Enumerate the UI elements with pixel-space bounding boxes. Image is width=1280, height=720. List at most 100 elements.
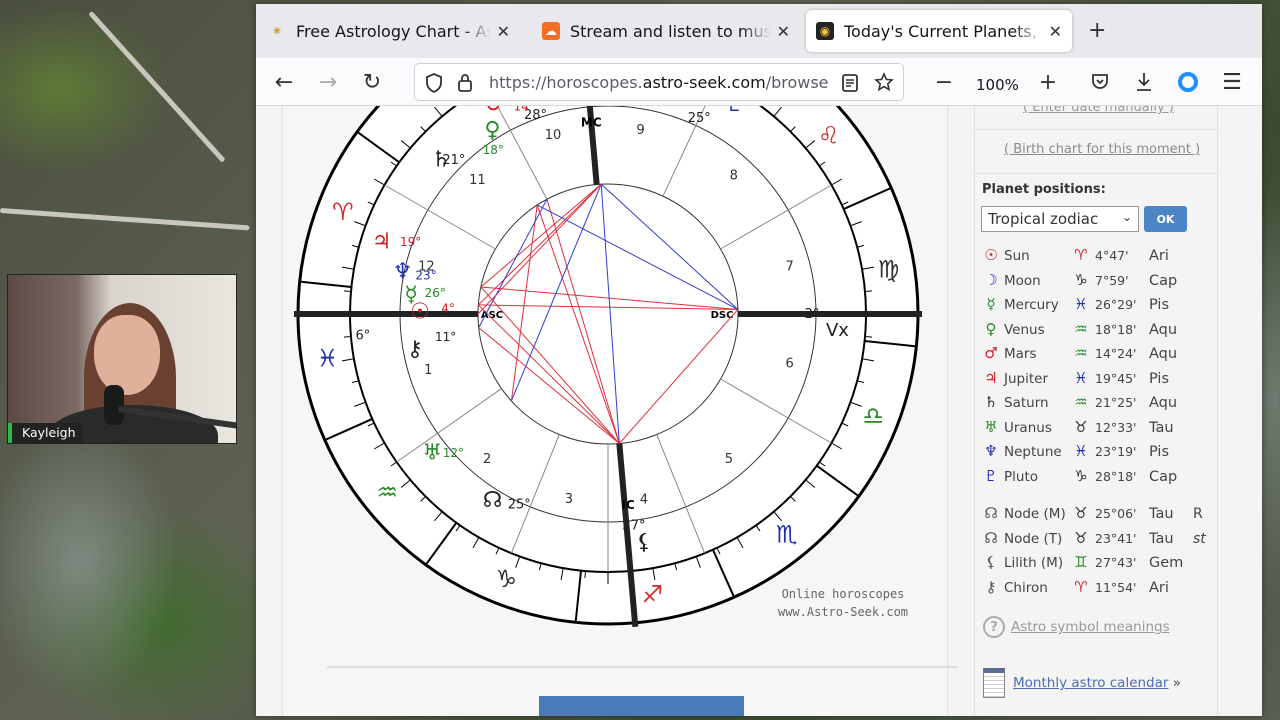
planet-glyph-icon: ☊	[483, 488, 503, 513]
planet-row: ☊ Node (M) ♉ 25°06' Tau R	[981, 504, 1213, 526]
zodiac-glyph-icon: ♈	[1074, 246, 1088, 264]
zodiac-glyph-icon: ♑	[1074, 466, 1088, 485]
planet-sign: Pis	[1149, 444, 1170, 460]
planet-sign: Ari	[1149, 248, 1169, 264]
planet-glyph-icon: ☉	[410, 300, 430, 325]
planet-glyph-icon: ♇	[725, 106, 745, 117]
cusp-degree: 25°	[508, 497, 531, 512]
planet-degree: 23°	[415, 268, 436, 282]
hamburger-menu-icon[interactable]: ☰	[1218, 68, 1246, 96]
url-prefix: https://horoscopes.	[489, 72, 643, 92]
zoom-in-icon[interactable]: +	[1034, 68, 1062, 96]
tab-current-planets[interactable]: ◉ Today's Current Planets, As ✕	[806, 10, 1072, 52]
close-tab-icon[interactable]: ✕	[497, 22, 510, 41]
planet-sign: Aqu	[1149, 395, 1178, 411]
planet-sign: Aqu	[1149, 346, 1178, 362]
planet-row: ☉ Sun ♈ 4°47' Ari	[981, 246, 1213, 268]
zodiac-glyph-icon: ♒	[1074, 344, 1088, 362]
planet-name: Node (M)	[1004, 506, 1066, 522]
planet-degree: 12°	[443, 446, 464, 460]
webcam-overlay: Kayleigh	[7, 274, 237, 444]
chart-action-button[interactable]	[539, 696, 744, 716]
chevron-down-icon: ⌄	[1121, 210, 1132, 224]
zoom-out-icon[interactable]: −	[930, 68, 958, 96]
monthly-calendar-link[interactable]: Monthly astro calendar	[1013, 675, 1168, 691]
divider	[327, 666, 957, 668]
zodiac-glyph-icon: ♉	[1074, 417, 1088, 436]
house-number: 4	[640, 493, 648, 508]
zodiac-glyph-icon: ♓	[1074, 368, 1088, 387]
planet-glyph-icon: ♅	[984, 417, 998, 436]
forward-arrow-icon[interactable]: →	[314, 68, 342, 96]
close-tab-icon[interactable]: ✕	[777, 22, 790, 41]
birth-chart-link[interactable]: ( Birth chart for this moment )	[1004, 142, 1200, 157]
enter-date-section: ( Enter date manually )	[975, 106, 1217, 130]
degree-tick	[864, 335, 873, 338]
download-icon[interactable]	[1134, 71, 1154, 93]
planet-degree: 7°59'	[1095, 272, 1129, 288]
house-number: 11	[469, 173, 486, 188]
reader-view-icon[interactable]	[841, 73, 859, 93]
url-suffix: /browse	[765, 72, 829, 92]
planet-degree: 12°33'	[1095, 419, 1137, 435]
planet-degree: 4°47'	[1095, 248, 1129, 263]
astro-symbol-meanings-link[interactable]: Astro symbol meanings	[1011, 619, 1170, 635]
planet-name: Moon	[1004, 272, 1041, 289]
cusp-degree: 6°	[356, 328, 371, 343]
planet-glyph-icon: ♀	[484, 118, 500, 143]
reload-icon[interactable]: ↻	[358, 68, 386, 96]
planet-degree: 21°25'	[1095, 395, 1137, 410]
planet-glyph-icon: ⚸	[636, 530, 652, 555]
back-arrow-icon[interactable]: ←	[270, 68, 298, 96]
zoom-level[interactable]: 100%	[976, 76, 1019, 94]
planet-glyph-icon: ⚷	[407, 337, 423, 362]
account-icon[interactable]	[1178, 72, 1198, 92]
planet-sign: Tau	[1149, 419, 1174, 436]
star-icon[interactable]	[874, 72, 894, 92]
planet-glyph-icon: ♃	[984, 368, 998, 387]
enter-date-link[interactable]: ( Enter date manually )	[1023, 106, 1174, 115]
planet-degree: 11°54'	[1095, 579, 1137, 595]
zodiac-select-value: Tropical zodiac	[988, 210, 1099, 228]
planet-degree: 18°18'	[1095, 321, 1137, 337]
ic-label: IC	[621, 498, 634, 512]
ok-button[interactable]: OK	[1144, 206, 1187, 232]
planet-row: ⚷ Chiron ♈ 11°54' Ari	[981, 578, 1213, 600]
planet-degree: 19°	[400, 235, 421, 249]
planet-glyph-icon: ♅	[422, 440, 442, 465]
zodiac-select[interactable]: Tropical zodiac ⌄	[981, 206, 1139, 232]
soundcloud-favicon: ☁	[542, 22, 560, 40]
planet-name: Pluto	[1004, 468, 1039, 485]
house-number: 8	[730, 168, 738, 183]
cusp-degree: 2°	[805, 307, 820, 322]
tab-astro-chart[interactable]: ✷ Free Astrology Chart - Astro ✕	[258, 10, 520, 52]
astrology-chart-wheel: ♈♉♊♋♌♍♎♏♐♑♒♓ASCDSCMCIC1234567891011126°2…	[294, 106, 922, 628]
new-tab-icon[interactable]: +	[1088, 18, 1106, 43]
planet-extra: R	[1193, 506, 1203, 522]
astro-seek-favicon: ✷	[271, 24, 283, 38]
zodiac-glyph-icon: ♉	[1074, 528, 1088, 547]
planet-sign: Pis	[1149, 297, 1170, 313]
degree-tick	[343, 290, 352, 293]
tab-soundcloud[interactable]: ☁ Stream and listen to music ✕	[532, 10, 800, 52]
navigation-bar: ← → ↻ https://horoscopes.astro-seek.com/…	[256, 58, 1262, 106]
planets-favicon: ◉	[816, 22, 834, 40]
planet-glyph-icon: ♂	[984, 344, 998, 362]
planet-name: Uranus	[1004, 419, 1052, 436]
birth-chart-section: ( Birth chart for this moment )	[975, 130, 1217, 174]
pocket-icon[interactable]	[1090, 72, 1110, 92]
tab-bar: ✷ Free Astrology Chart - Astro ✕ ☁ Strea…	[256, 4, 1262, 58]
planet-name: Chiron	[1004, 579, 1048, 596]
zodiac-glyph-icon: ♑	[1074, 270, 1088, 289]
url-bar[interactable]: https://horoscopes.astro-seek.com/browse	[414, 63, 904, 101]
zodiac-sign-icon: ♑	[495, 565, 517, 593]
planet-glyph-icon: ♄	[984, 393, 998, 411]
cusp-degree: 25°	[688, 111, 711, 126]
planet-name: Venus	[1004, 321, 1045, 338]
close-tab-icon[interactable]: ✕	[1049, 22, 1062, 41]
planet-name: Lilith (M)	[1004, 555, 1064, 571]
planet-row: ♅ Uranus ♉ 12°33' Tau	[981, 418, 1213, 440]
zodiac-glyph-icon: ♓	[1074, 295, 1088, 313]
house-number: 3	[565, 492, 573, 507]
planet-name: Sun	[1004, 248, 1030, 264]
